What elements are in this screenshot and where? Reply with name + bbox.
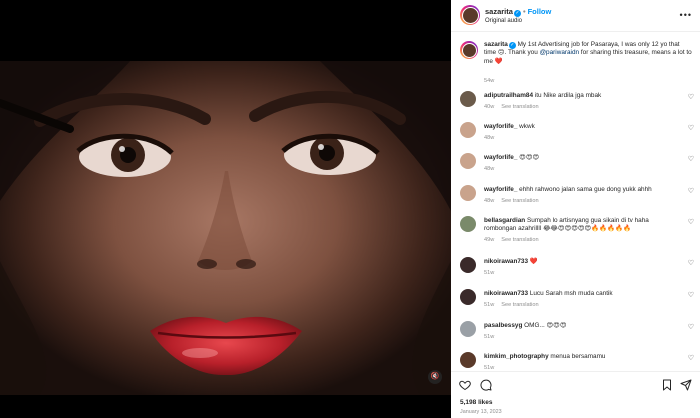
likes-count[interactable]: 5,198 likes xyxy=(460,399,493,406)
comment-body: menua bersamamu xyxy=(550,353,606,360)
caption-meta: 54w xyxy=(484,78,494,84)
comment-avatar[interactable] xyxy=(460,352,476,368)
comment-time[interactable]: 49w xyxy=(484,237,494,243)
comment-avatar[interactable] xyxy=(460,153,476,169)
heart-icon[interactable]: ♡ xyxy=(688,187,694,195)
caption-avatar[interactable] xyxy=(460,41,478,59)
share-icon[interactable] xyxy=(680,379,692,394)
comment-time[interactable]: 51w xyxy=(484,270,494,276)
comment-text: nikoirawan733 ❤️ xyxy=(484,258,678,266)
caption-time[interactable]: 54w xyxy=(484,78,494,84)
comment-body: itu Nike ardila jga mbak xyxy=(534,92,602,99)
video-frame xyxy=(0,61,451,395)
comment-username[interactable]: bellasgardian xyxy=(484,217,525,224)
comment-meta: 51w xyxy=(484,334,494,340)
comments-list[interactable]: sazarita ✓ My 1st Advertising job for Pas… xyxy=(451,33,700,371)
comment-text: nikoirawan733 Lucu Sarah msh muda cantik xyxy=(484,290,678,298)
comment-text: adiputrailham84 itu Nike ardila jga mbak xyxy=(484,92,678,100)
comment-text: wayforlife_ 😍😍😍 xyxy=(484,154,678,162)
comment-meta: 51w xyxy=(484,270,494,276)
author-line: sazarita ✓ • Follow xyxy=(485,7,551,17)
separator-dot: • xyxy=(522,7,526,16)
see-translation-link[interactable]: See translation xyxy=(501,104,538,110)
heart-icon[interactable]: ♡ xyxy=(688,323,694,331)
comment-username[interactable]: nikoirawan733 xyxy=(484,290,528,297)
comment-username[interactable]: pasalbessyg xyxy=(484,322,522,329)
video-player[interactable]: 🔇 xyxy=(0,61,451,395)
verified-icon: ✓ xyxy=(513,10,521,17)
heart-icon[interactable] xyxy=(459,379,471,394)
comment-text: wayforlife_ ehhh rahwono jalan sama gue … xyxy=(484,186,678,194)
audio-label[interactable]: Original audio xyxy=(485,18,522,24)
comment-username[interactable]: nikoirawan733 xyxy=(484,258,528,265)
comment-time[interactable]: 48w xyxy=(484,166,494,172)
comment-body: OMG... 😍😍😍 xyxy=(524,322,567,329)
comment-text: bellasgardian Sumpah lo artisnyang gua s… xyxy=(484,217,678,234)
follow-button[interactable]: Follow xyxy=(528,7,552,16)
post-side-panel: sazarita ✓ • Follow Original audio ••• saza… xyxy=(451,0,700,418)
comment-icon[interactable] xyxy=(480,379,492,394)
comment-username[interactable]: wayforlife_ xyxy=(484,186,517,193)
heart-icon[interactable]: ♡ xyxy=(688,124,694,132)
comment-body: ehhh rahwono jalan sama gue dong yukk ah… xyxy=(519,186,652,193)
heart-icon[interactable]: ♡ xyxy=(688,218,694,226)
comment-username[interactable]: kimkim_photography xyxy=(484,353,549,360)
comment-meta: 48w See translation xyxy=(484,198,539,204)
comment-username[interactable]: wayforlife_ xyxy=(484,154,517,161)
comment-username[interactable]: wayforlife_ xyxy=(484,123,517,130)
comment-body: 😍😍😍 xyxy=(519,154,540,161)
post-media[interactable]: 🔇 xyxy=(0,0,451,418)
comment-meta: 48w xyxy=(484,135,494,141)
comment-body: Lucu Sarah msh muda cantik xyxy=(529,290,613,297)
comment-time[interactable]: 48w xyxy=(484,135,494,141)
heart-icon[interactable]: ♡ xyxy=(688,291,694,299)
comment-avatar[interactable] xyxy=(460,185,476,201)
verified-icon: ✓ xyxy=(508,42,516,49)
comment-meta: 49w See translation xyxy=(484,237,539,243)
comment-avatar[interactable] xyxy=(460,321,476,337)
comment-meta: 40w See translation xyxy=(484,104,539,110)
caption-username[interactable]: sazarita xyxy=(484,41,508,48)
heart-icon[interactable]: ♡ xyxy=(688,155,694,163)
see-translation-link[interactable]: See translation xyxy=(501,302,538,308)
comment-avatar[interactable] xyxy=(460,216,476,232)
author-username[interactable]: sazarita xyxy=(485,7,513,16)
mute-icon[interactable]: 🔇 xyxy=(428,370,442,384)
bookmark-icon[interactable] xyxy=(661,379,673,394)
post-header: sazarita ✓ • Follow Original audio ••• xyxy=(451,0,700,32)
see-translation-link[interactable]: See translation xyxy=(501,198,538,204)
comment-body: ❤️ xyxy=(529,258,538,265)
comment-avatar[interactable] xyxy=(460,91,476,107)
comment-text: kimkim_photography menua bersamamu xyxy=(484,353,678,361)
comment-avatar[interactable] xyxy=(460,257,476,273)
comment-meta: 48w xyxy=(484,166,494,172)
comment-time[interactable]: 51w xyxy=(484,302,494,308)
caption-mention[interactable]: @pariwaraidn xyxy=(540,49,580,56)
heart-icon[interactable]: ♡ xyxy=(688,354,694,362)
caption-text: sazarita ✓ My 1st Advertising job for Pas… xyxy=(484,41,692,66)
comment-text: pasalbessyg OMG... 😍😍😍 xyxy=(484,322,678,330)
post-actions: 5,198 likes January 13, 2023 xyxy=(451,371,700,418)
author-avatar[interactable] xyxy=(460,5,480,25)
heart-icon[interactable]: ♡ xyxy=(688,259,694,267)
comment-username[interactable]: adiputrailham84 xyxy=(484,92,533,99)
see-translation-link[interactable]: See translation xyxy=(501,237,538,243)
comment-time[interactable]: 40w xyxy=(484,104,494,110)
comment-text: wayforlife_ wkwk xyxy=(484,123,678,131)
comment-meta: 51w See translation xyxy=(484,302,539,308)
comment-avatar[interactable] xyxy=(460,122,476,138)
heart-icon[interactable]: ♡ xyxy=(688,93,694,101)
more-icon[interactable]: ••• xyxy=(680,10,692,20)
comment-avatar[interactable] xyxy=(460,289,476,305)
post-date: January 13, 2023 xyxy=(460,409,502,415)
comment-time[interactable]: 51w xyxy=(484,334,494,340)
comment-body: wkwk xyxy=(519,123,535,130)
comment-time[interactable]: 48w xyxy=(484,198,494,204)
